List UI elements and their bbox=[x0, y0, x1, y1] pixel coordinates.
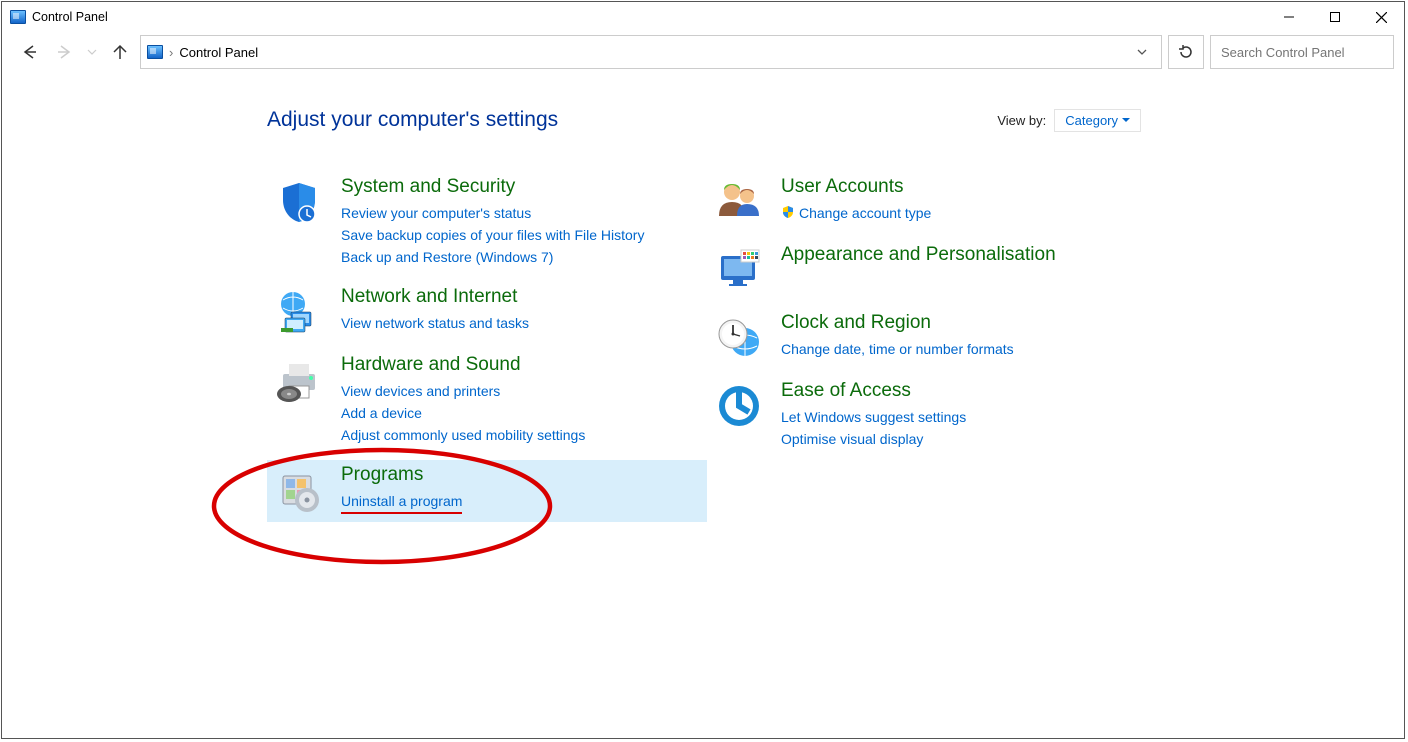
category-link[interactable]: Adjust commonly used mobility settings bbox=[341, 424, 707, 446]
search-box[interactable] bbox=[1210, 35, 1394, 69]
category-title[interactable]: Appearance and Personalisation bbox=[781, 244, 1147, 266]
address-icon bbox=[147, 45, 163, 59]
maximize-button[interactable] bbox=[1312, 2, 1358, 32]
view-by: View by: Category bbox=[997, 109, 1141, 132]
back-button[interactable] bbox=[16, 38, 44, 66]
clock-globe-icon bbox=[715, 314, 763, 362]
control-panel-window: Control Panel › bbox=[1, 1, 1405, 739]
category-title[interactable]: Clock and Region bbox=[781, 312, 1147, 334]
window-controls bbox=[1266, 2, 1404, 32]
page-heading: Adjust your computer's settings bbox=[267, 108, 558, 132]
users-icon bbox=[715, 178, 763, 226]
category-body: Ease of Access Let Windows suggest setti… bbox=[781, 380, 1147, 450]
category-link-uninstall[interactable]: Uninstall a program bbox=[341, 490, 707, 514]
category-body: Clock and Region Change date, time or nu… bbox=[781, 312, 1147, 360]
viewby-label: View by: bbox=[997, 113, 1046, 128]
nav-row: › Control Panel bbox=[2, 32, 1404, 72]
category-link[interactable]: Change date, time or number formats bbox=[781, 338, 1147, 360]
category-link[interactable]: Add a device bbox=[341, 402, 707, 424]
breadcrumb[interactable]: Control Panel bbox=[179, 45, 258, 60]
address-dropdown[interactable] bbox=[1129, 36, 1155, 68]
minimize-button[interactable] bbox=[1266, 2, 1312, 32]
control-panel-icon bbox=[10, 10, 26, 24]
category-link[interactable]: Change account type bbox=[781, 202, 1147, 225]
globe-network-icon bbox=[275, 288, 323, 336]
category-link[interactable]: Optimise visual display bbox=[781, 428, 1147, 450]
category-network-internet: Network and Internet View network status… bbox=[267, 282, 707, 344]
category-body: Programs Uninstall a program bbox=[341, 464, 707, 514]
category-link[interactable]: Save backup copies of your files with Fi… bbox=[341, 224, 707, 246]
uac-shield-icon bbox=[781, 203, 795, 225]
category-body: Network and Internet View network status… bbox=[341, 286, 707, 334]
category-programs: Programs Uninstall a program bbox=[267, 460, 707, 522]
heading-row: Adjust your computer's settings View by:… bbox=[267, 108, 1141, 132]
search-input[interactable] bbox=[1219, 44, 1399, 61]
shield-icon bbox=[275, 178, 323, 226]
category-body: Appearance and Personalisation bbox=[781, 244, 1147, 270]
category-body: User Accounts Change account type bbox=[781, 176, 1147, 225]
category-link[interactable]: View devices and printers bbox=[341, 380, 707, 402]
titlebar-left: Control Panel bbox=[10, 10, 108, 24]
viewby-value: Category bbox=[1065, 113, 1118, 128]
refresh-button[interactable] bbox=[1168, 35, 1204, 69]
category-user-accounts: User Accounts Change account type bbox=[707, 172, 1147, 234]
ease-of-access-icon bbox=[715, 382, 763, 430]
category-column-left: System and Security Review your computer… bbox=[267, 172, 707, 528]
programs-icon bbox=[275, 466, 323, 514]
window-title: Control Panel bbox=[32, 10, 108, 24]
category-columns: System and Security Review your computer… bbox=[2, 172, 1404, 528]
category-link[interactable]: View network status and tasks bbox=[341, 312, 707, 334]
monitor-appearance-icon bbox=[715, 246, 763, 294]
category-ease-of-access: Ease of Access Let Windows suggest setti… bbox=[707, 376, 1147, 458]
category-title[interactable]: System and Security bbox=[341, 176, 707, 198]
content-area: Adjust your computer's settings View by:… bbox=[2, 72, 1404, 528]
viewby-select[interactable]: Category bbox=[1054, 109, 1141, 132]
category-body: System and Security Review your computer… bbox=[341, 176, 707, 268]
chevron-right-icon[interactable]: › bbox=[167, 45, 175, 60]
category-system-security: System and Security Review your computer… bbox=[267, 172, 707, 276]
printer-icon bbox=[275, 356, 323, 404]
category-link[interactable]: Review your computer's status bbox=[341, 202, 707, 224]
category-title[interactable]: Ease of Access bbox=[781, 380, 1147, 402]
category-title[interactable]: Programs bbox=[341, 464, 707, 486]
close-button[interactable] bbox=[1358, 2, 1404, 32]
category-link[interactable]: Let Windows suggest settings bbox=[781, 406, 1147, 428]
recent-dropdown[interactable] bbox=[84, 38, 100, 66]
category-title[interactable]: User Accounts bbox=[781, 176, 1147, 198]
titlebar: Control Panel bbox=[2, 2, 1404, 32]
category-title[interactable]: Network and Internet bbox=[341, 286, 707, 308]
up-button[interactable] bbox=[106, 38, 134, 66]
category-column-right: User Accounts Change account type Appear bbox=[707, 172, 1147, 528]
category-link[interactable]: Back up and Restore (Windows 7) bbox=[341, 246, 707, 268]
category-clock-region: Clock and Region Change date, time or nu… bbox=[707, 308, 1147, 370]
forward-button[interactable] bbox=[50, 38, 78, 66]
category-body: Hardware and Sound View devices and prin… bbox=[341, 354, 707, 446]
caret-down-icon bbox=[1122, 116, 1130, 124]
category-appearance: Appearance and Personalisation bbox=[707, 240, 1147, 302]
category-hardware-sound: Hardware and Sound View devices and prin… bbox=[267, 350, 707, 454]
address-bar[interactable]: › Control Panel bbox=[140, 35, 1162, 69]
category-title[interactable]: Hardware and Sound bbox=[341, 354, 707, 376]
